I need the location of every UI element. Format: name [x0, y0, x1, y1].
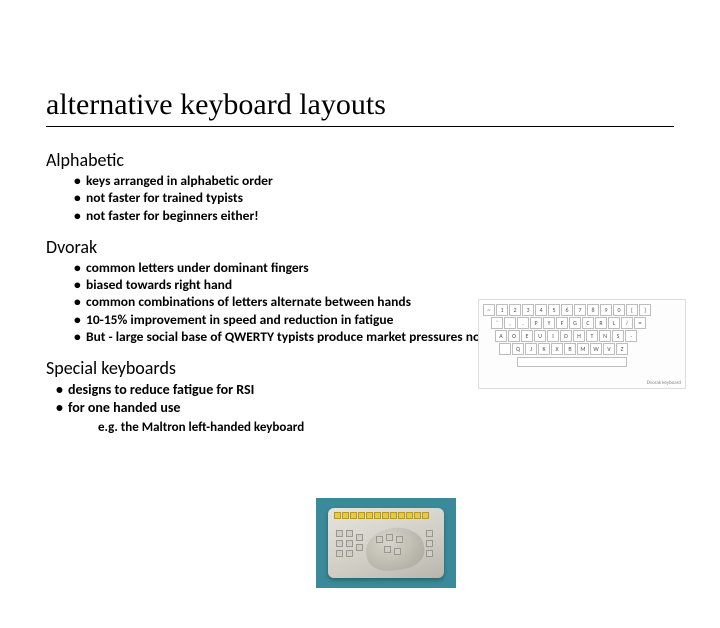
keyboard-key: B — [564, 343, 576, 355]
keyboard-key: I — [547, 330, 559, 342]
keyboard-key: V — [603, 343, 615, 355]
list-item: not faster for trained typists — [74, 189, 674, 206]
keyboard-key: L — [608, 317, 620, 329]
keyboard-key: 2 — [509, 304, 521, 316]
alphabetic-bullets: keys arranged in alphabetic order not fa… — [74, 172, 674, 224]
keyboard-key: - — [625, 330, 637, 342]
keyboard-key: G — [569, 317, 581, 329]
keyboard-key: = — [634, 317, 646, 329]
keyboard-key: A — [495, 330, 507, 342]
keyboard-key: F — [556, 317, 568, 329]
keyboard-key: M — [577, 343, 589, 355]
keyboard-key: 8 — [587, 304, 599, 316]
keyboard-key: H — [573, 330, 585, 342]
keyboard-key: , — [504, 317, 516, 329]
keyboard-key: 4 — [535, 304, 547, 316]
keyboard-key: / — [621, 317, 633, 329]
keyboard-key: T — [586, 330, 598, 342]
section-heading-dvorak: Dvorak — [46, 236, 674, 258]
keyboard-key: 7 — [574, 304, 586, 316]
section-heading-alphabetic: Alphabetic — [46, 149, 674, 171]
keyboard-key: J — [525, 343, 537, 355]
keyboard-key: S — [612, 330, 624, 342]
dvorak-caption: Dvorak keyboard — [647, 380, 681, 386]
keyboard-key: N — [599, 330, 611, 342]
keyboard-key: ~ — [483, 304, 495, 316]
keyboard-key: Y — [543, 317, 555, 329]
keyboard-key: [ — [626, 304, 638, 316]
keyboard-key: E — [521, 330, 533, 342]
keyboard-key: O — [508, 330, 520, 342]
keyboard-key: Q — [512, 343, 524, 355]
slide-title: alternative keyboard layouts — [46, 88, 674, 124]
keyboard-key: U — [534, 330, 546, 342]
keyboard-key: 0 — [613, 304, 625, 316]
keyboard-key: ' — [491, 317, 503, 329]
keyboard-key: D — [560, 330, 572, 342]
keyboard-key: 6 — [561, 304, 573, 316]
keyboard-key: 9 — [600, 304, 612, 316]
keyboard-key: P — [530, 317, 542, 329]
list-item: biased towards right hand — [74, 276, 674, 293]
dvorak-keyboard-image: ~1234567890[] ',.PYFGCRL/= AOEUIDHTNS- Q… — [478, 299, 686, 389]
keyboard-key: . — [517, 317, 529, 329]
spacebar-key — [517, 357, 627, 367]
keyboard-key: ] — [639, 304, 651, 316]
keyboard-key: 5 — [548, 304, 560, 316]
keyboard-key: K — [538, 343, 550, 355]
keyboard-key: C — [582, 317, 594, 329]
keyboard-key: Z — [616, 343, 628, 355]
keyboard-key: 3 — [522, 304, 534, 316]
maltron-keyboard-image — [316, 498, 456, 588]
title-underline — [46, 126, 674, 127]
list-item: not faster for beginners either! — [74, 207, 674, 224]
keyboard-key: W — [590, 343, 602, 355]
list-item: common letters under dominant fingers — [74, 259, 674, 276]
keyboard-key: 1 — [496, 304, 508, 316]
keyboard-key: R — [595, 317, 607, 329]
list-item: for one handed use — [56, 399, 674, 417]
keyboard-key — [499, 343, 511, 355]
list-item: keys arranged in alphabetic order — [74, 172, 674, 189]
special-example: e.g. the Maltron left-handed keyboard — [98, 420, 674, 435]
keyboard-key: X — [551, 343, 563, 355]
